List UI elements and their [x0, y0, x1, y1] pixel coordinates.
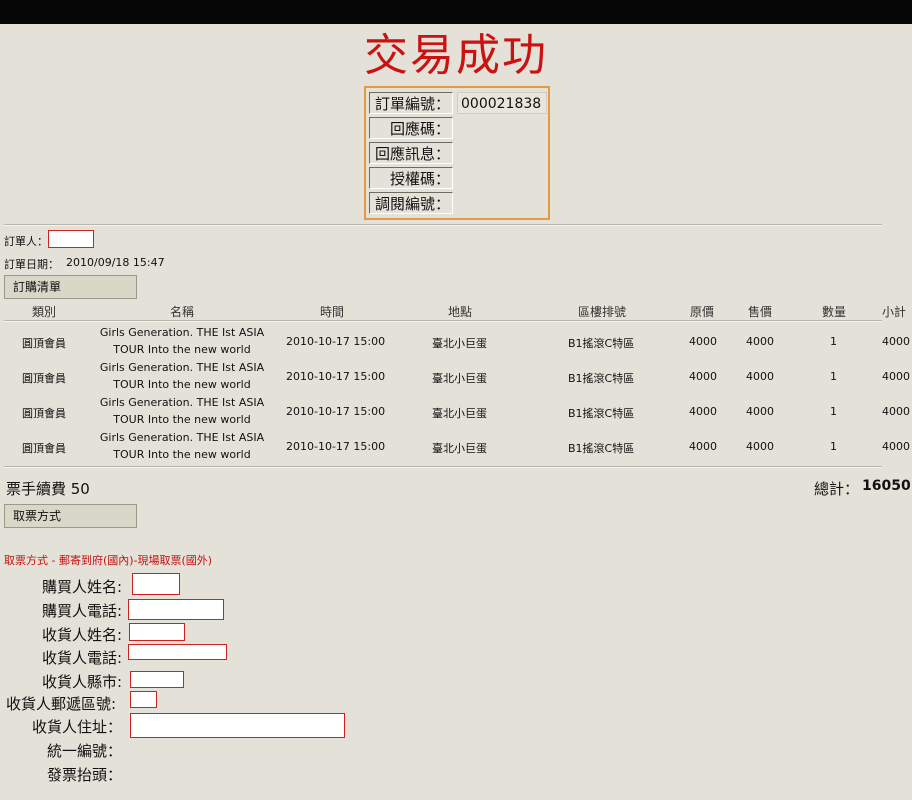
row-quantity: 1	[830, 370, 837, 383]
row-price: 4000	[746, 405, 774, 418]
row-seat: B1搖滾C特區	[568, 372, 635, 385]
col-header-price: 售價	[748, 305, 773, 319]
row-subtotal: 4000	[882, 370, 910, 383]
row-seat: B1搖滾C特區	[568, 337, 635, 350]
total-label: 總計：	[814, 480, 860, 498]
order-list-button[interactable]: 訂購清單	[4, 275, 137, 299]
row-subtotal: 4000	[882, 335, 910, 348]
row-name-line2: TOUR Into the new world	[113, 378, 251, 391]
row-time: 2010-10-17 15:00	[286, 370, 386, 383]
row-name: Girls Generation. THE Ist ASIA TOUR Into…	[92, 394, 272, 428]
col-header-subtotal: 小計	[882, 305, 907, 319]
total-value: 16050	[862, 478, 911, 494]
col-header-seat: 區樓排號	[578, 305, 627, 319]
col-header-quantity: 數量	[822, 305, 847, 319]
acquirer-number-label: 調閱編號：	[369, 192, 453, 214]
response-code-label: 回應碼：	[369, 117, 453, 139]
table-row: 圓頂會員 Girls Generation. THE Ist ASIA TOUR…	[0, 429, 912, 464]
pickup-method-button[interactable]: 取票方式	[4, 504, 137, 528]
pickup-method-text: 取票方式 - 郵寄到府(國內)-現場取票(國外)	[4, 554, 213, 567]
auth-code-label: 授權碼：	[369, 167, 453, 189]
recipient-address-input[interactable]	[130, 713, 345, 738]
recipient-phone-label: 收貨人電話:	[41, 649, 122, 667]
col-header-time: 時間	[320, 305, 345, 319]
row-seat: B1搖滾C特區	[568, 442, 635, 455]
page-title: 交易成功	[364, 30, 548, 81]
acquirer-number-value	[457, 192, 547, 214]
order-date-label: 訂單日期：	[4, 258, 59, 271]
row-subtotal: 4000	[882, 405, 910, 418]
row-quantity: 1	[830, 335, 837, 348]
recipient-city-input[interactable]	[130, 671, 184, 688]
order-date-value: 2010/09/18 15:47	[66, 256, 165, 269]
invoice-title-label: 發票抬頭：	[46, 766, 122, 784]
row-name-line1: Girls Generation. THE Ist ASIA	[99, 326, 265, 339]
row-name-line2: TOUR Into the new world	[113, 413, 251, 426]
recipient-address-label: 收貨人住址：	[31, 718, 122, 736]
col-header-venue: 地點	[448, 305, 473, 319]
col-header-category: 類別	[32, 305, 57, 319]
table-row: 圓頂會員 Girls Generation. THE Ist ASIA TOUR…	[0, 324, 912, 359]
row-original-price: 4000	[689, 440, 717, 453]
orderer-field[interactable]	[48, 230, 94, 248]
row-time: 2010-10-17 15:00	[286, 335, 386, 348]
buyer-name-input[interactable]	[132, 573, 180, 595]
row-quantity: 1	[830, 440, 837, 453]
orderer-label: 訂單人：	[4, 235, 48, 248]
recipient-zip-label: 收貨人郵遞區號:	[6, 695, 117, 713]
row-name-line2: TOUR Into the new world	[113, 343, 251, 356]
order-info-box: 訂單編號： 000021838 回應碼： 回應訊息： 授權碼： 調閱編號：	[364, 86, 550, 220]
table-header-divider	[4, 320, 882, 322]
row-venue: 臺北小巨蛋	[432, 407, 487, 420]
row-price: 4000	[746, 370, 774, 383]
row-time: 2010-10-17 15:00	[286, 405, 386, 418]
row-category: 圓頂會員	[22, 407, 66, 420]
row-category: 圓頂會員	[22, 442, 66, 455]
col-header-name: 名稱	[170, 305, 195, 319]
buyer-phone-label: 購買人電話:	[41, 602, 122, 620]
response-message-value	[457, 142, 547, 164]
row-venue: 臺北小巨蛋	[432, 372, 487, 385]
row-original-price: 4000	[689, 335, 717, 348]
order-number-value: 000021838	[457, 92, 547, 114]
row-name-line1: Girls Generation. THE Ist ASIA	[99, 396, 265, 409]
row-name: Girls Generation. THE Ist ASIA TOUR Into…	[92, 429, 272, 463]
row-name-line2: TOUR Into the new world	[113, 448, 251, 461]
order-number-label: 訂單編號：	[369, 92, 453, 114]
row-name: Girls Generation. THE Ist ASIA TOUR Into…	[92, 359, 272, 393]
row-name-line1: Girls Generation. THE Ist ASIA	[99, 431, 265, 444]
table-row: 圓頂會員 Girls Generation. THE Ist ASIA TOUR…	[0, 359, 912, 394]
buyer-phone-input[interactable]	[128, 599, 224, 620]
top-bar	[0, 0, 912, 24]
row-price: 4000	[746, 440, 774, 453]
table-row: 圓頂會員 Girls Generation. THE Ist ASIA TOUR…	[0, 394, 912, 429]
tax-id-label: 統一編號：	[46, 742, 122, 760]
row-time: 2010-10-17 15:00	[286, 440, 386, 453]
row-subtotal: 4000	[882, 440, 910, 453]
row-name: Girls Generation. THE Ist ASIA TOUR Into…	[92, 324, 272, 358]
row-name-line1: Girls Generation. THE Ist ASIA	[99, 361, 265, 374]
row-venue: 臺北小巨蛋	[432, 442, 487, 455]
col-header-original-price: 原價	[690, 305, 715, 319]
recipient-phone-input[interactable]	[128, 644, 227, 660]
buyer-name-label: 購買人姓名:	[41, 578, 122, 596]
row-category: 圓頂會員	[22, 337, 66, 350]
recipient-name-input[interactable]	[129, 623, 185, 641]
row-original-price: 4000	[689, 370, 717, 383]
row-original-price: 4000	[689, 405, 717, 418]
response-message-label: 回應訊息：	[369, 142, 453, 164]
row-venue: 臺北小巨蛋	[432, 337, 487, 350]
recipient-city-label: 收貨人縣市:	[41, 673, 122, 691]
fee-text: 票手續費 50	[6, 480, 90, 498]
row-price: 4000	[746, 335, 774, 348]
recipient-zip-input[interactable]	[130, 691, 157, 708]
row-seat: B1搖滾C特區	[568, 407, 635, 420]
table-bottom-divider	[4, 466, 882, 468]
row-category: 圓頂會員	[22, 372, 66, 385]
divider-top	[4, 224, 882, 226]
row-quantity: 1	[830, 405, 837, 418]
response-code-value	[457, 117, 547, 139]
recipient-name-label: 收貨人姓名:	[41, 626, 122, 644]
auth-code-value	[457, 167, 547, 189]
